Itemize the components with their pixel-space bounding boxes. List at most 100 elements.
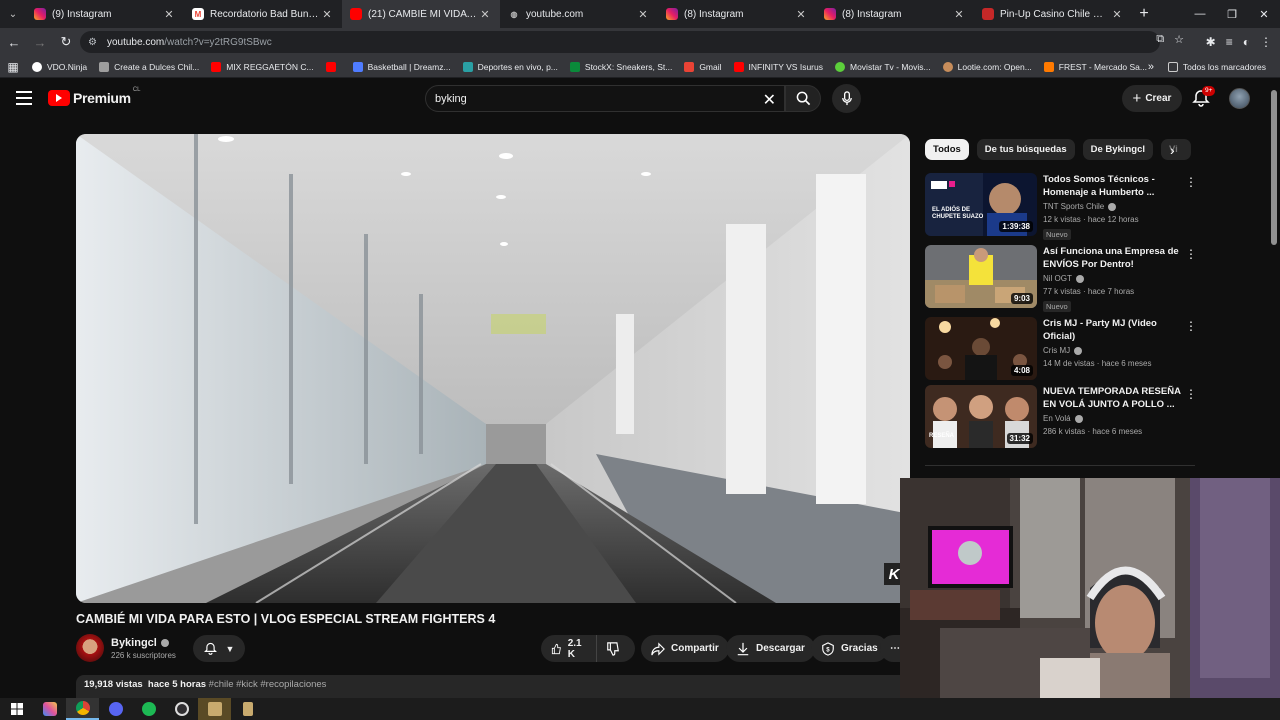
instagram-icon [824, 8, 836, 20]
chevron-right-icon[interactable]: › [1170, 142, 1175, 158]
bookmark-item[interactable]: Gmail [678, 61, 727, 72]
recommended-video[interactable]: 4:08 Cris MJ - Party MJ (Video Oficial) … [925, 317, 1197, 381]
extensions-icon[interactable]: ✱ [1206, 35, 1216, 49]
bookmark-item[interactable]: Basketball | Dreamz... [347, 61, 457, 72]
more-vert-icon[interactable]: ⋮ [1185, 247, 1197, 261]
profile-icon[interactable]: ◐ [1243, 35, 1250, 49]
download-button[interactable]: Descargar [726, 635, 815, 662]
thanks-button[interactable]: $ Gracias [811, 635, 888, 662]
forward-icon[interactable]: → [28, 30, 52, 54]
browser-tab[interactable]: ◍ youtube.com ✕ [500, 0, 658, 28]
close-tab-icon[interactable]: ✕ [636, 8, 650, 21]
address-bar[interactable]: ⚙ youtube.com/watch?v=y2tRG9tSBwc [80, 31, 1160, 53]
notifications-button[interactable]: 9+ [1192, 86, 1216, 109]
account-avatar[interactable] [1229, 88, 1250, 109]
browser-tab[interactable]: (8) Instagram ✕ [658, 0, 816, 28]
copilot-icon[interactable] [33, 698, 66, 720]
tab-search-button[interactable]: ⌄ [0, 0, 26, 28]
hashtags[interactable]: #chile #kick #recopilaciones [209, 679, 327, 690]
page-scrollbar[interactable] [1271, 90, 1277, 245]
search-button[interactable] [785, 85, 821, 112]
bookmark-label: INFINITY VS Isurus [748, 61, 823, 72]
bookmark-item[interactable]: INFINITY VS Isurus [728, 61, 829, 72]
video-thumbnail[interactable]: 9:03 [925, 245, 1037, 308]
discord-icon[interactable] [99, 698, 132, 720]
menu-icon[interactable]: ⋮ [1260, 35, 1272, 49]
microphone-icon [841, 91, 852, 106]
chrome-icon[interactable] [66, 698, 99, 720]
channel-name-link[interactable]: Bykingcl [111, 637, 169, 649]
browser-tab-active[interactable]: (21) CAMBIÉ MI VIDA PARA ESTO ✕ [342, 0, 500, 28]
browser-tab[interactable]: (9) Instagram ✕ [26, 0, 184, 28]
site-info-icon[interactable]: ⚙ [88, 37, 97, 48]
clear-search-icon[interactable]: ✕ [763, 90, 776, 110]
create-button[interactable]: + Crear [1122, 85, 1182, 112]
channel-name: En Volá [1043, 414, 1071, 423]
bookmark-icon [32, 61, 42, 72]
close-tab-icon[interactable]: ✕ [1110, 8, 1124, 21]
close-tab-icon[interactable]: ✕ [794, 8, 808, 21]
video-thumbnail[interactable]: 4:08 [925, 317, 1037, 380]
search-input[interactable]: byking ✕ [425, 85, 785, 112]
back-icon[interactable]: ← [2, 30, 26, 54]
recommended-video[interactable]: 9:03 Así Funciona una Empresa de ENVÍOS … [925, 245, 1197, 312]
bookmark-item[interactable]: Lootie.com: Open... [937, 61, 1038, 72]
channel-avatar[interactable] [76, 634, 104, 662]
new-tab-button[interactable]: + [1132, 5, 1156, 23]
youtube-premium-logo[interactable]: Premium CL [48, 87, 140, 106]
description-box[interactable]: 19,918 vistas hace 5 horas #chile #kick … [76, 675, 910, 699]
bookmark-star-icon[interactable]: ☆ [1174, 33, 1184, 46]
chip-from-channel[interactable]: De Bykingcl [1082, 139, 1154, 160]
cast-icon[interactable]: ⧉ [1156, 33, 1164, 46]
browser-tab[interactable]: M Recordatorio Bad Bunny - jk... ✕ [184, 0, 342, 28]
riot-launcher-icon[interactable] [231, 698, 264, 720]
share-button[interactable]: Compartir [641, 635, 729, 662]
bookmark-item[interactable]: StockX: Sneakers, St... [564, 61, 678, 72]
like-button[interactable]: 2.1 K [541, 635, 597, 662]
bookmark-item[interactable]: Create a Dulces Chil... [93, 61, 205, 72]
close-tab-icon[interactable]: ✕ [478, 8, 492, 21]
more-vert-icon[interactable]: ⋮ [1185, 387, 1197, 401]
obs-icon[interactable] [165, 698, 198, 720]
recommended-video[interactable]: RESEÑA 31:32 NUEVA TEMPORADA RESEÑA EN V… [925, 385, 1197, 449]
bookmark-item[interactable]: Deportes en vivo, p... [457, 61, 564, 72]
bookmark-item[interactable]: VDO.Ninja [26, 61, 93, 72]
video-player[interactable]: K [76, 134, 910, 603]
close-tab-icon[interactable]: ✕ [162, 8, 176, 21]
video-thumbnail[interactable]: EL ADIÓS DE CHUPETE SUAZO 1:39:38 [925, 173, 1037, 236]
league-client-icon[interactable] [198, 698, 231, 720]
restore-icon[interactable]: ❐ [1216, 0, 1248, 28]
chip-from-searches[interactable]: De tus búsquedas [976, 139, 1075, 160]
close-window-icon[interactable]: ✕ [1248, 0, 1280, 28]
browser-tab[interactable]: (8) Instagram ✕ [816, 0, 974, 28]
spotify-icon[interactable] [132, 698, 165, 720]
video-title: NUEVA TEMPORADA RESEÑA EN VOLÁ JUNTO A P… [1043, 386, 1181, 410]
chip-truncated[interactable]: Vi [1161, 139, 1192, 160]
bookmark-item[interactable]: Movistar Tv - Movis... [829, 61, 937, 72]
bookmark-item[interactable]: FREST - Mercado Sa... [1038, 61, 1153, 72]
minimize-icon[interactable]: — [1184, 0, 1216, 28]
apps-icon[interactable]: ▦ [0, 60, 26, 74]
voice-search-button[interactable] [832, 84, 861, 113]
close-tab-icon[interactable]: ✕ [952, 8, 966, 21]
all-bookmarks-button[interactable]: Todos los marcadores [1162, 61, 1272, 72]
browser-tab[interactable]: Pin-Up Casino Chile ➤ Jugar al ✕ [974, 0, 1132, 28]
bookmark-label: Gmail [699, 61, 722, 72]
video-title: Todos Somos Técnicos - Homenaje a Humber… [1043, 174, 1155, 198]
video-thumbnail[interactable]: RESEÑA 31:32 [925, 385, 1037, 448]
bookmark-item[interactable] [320, 61, 347, 72]
windows-start-icon[interactable] [0, 698, 33, 720]
reload-icon[interactable]: ↻ [54, 30, 78, 54]
recommended-video[interactable]: EL ADIÓS DE CHUPETE SUAZO 1:39:38 Todos … [925, 173, 1197, 240]
dislike-button[interactable] [597, 641, 635, 656]
chip-all[interactable]: Todos [925, 139, 969, 160]
more-vert-icon[interactable]: ⋮ [1185, 175, 1197, 189]
more-vert-icon[interactable]: ⋮ [1185, 319, 1197, 333]
more-bookmarks-icon[interactable]: » [1142, 61, 1160, 73]
close-tab-icon[interactable]: ✕ [320, 8, 334, 21]
media-icon[interactable]: ≡ [1226, 35, 1233, 49]
menu-icon[interactable] [16, 91, 32, 105]
subscription-notifications-button[interactable]: ▼ [193, 635, 245, 662]
bookmark-item[interactable]: MIX REGGAETÓN C... [205, 61, 319, 72]
video-duration: 31:32 [1006, 433, 1033, 444]
